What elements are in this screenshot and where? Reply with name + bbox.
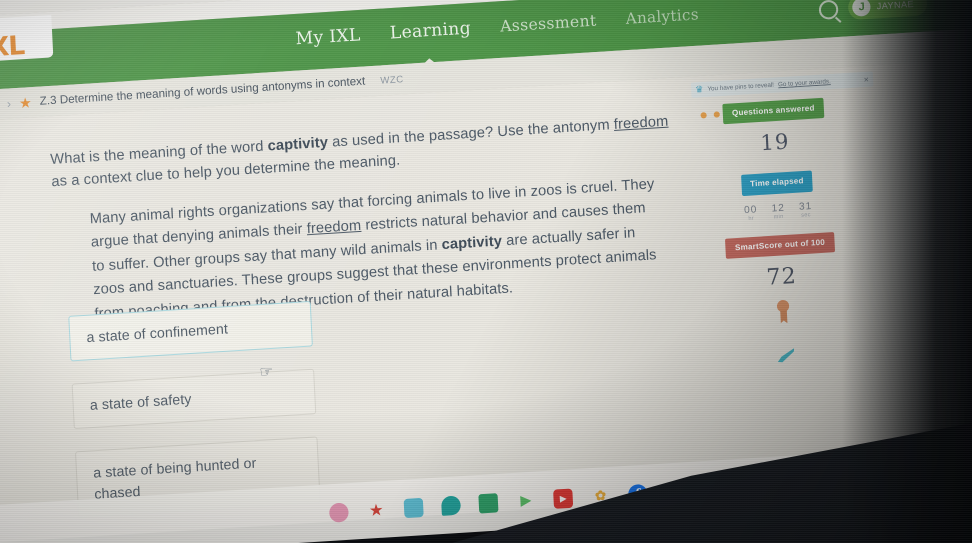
progress-dot — [713, 111, 720, 118]
time-seconds-number: 31 — [798, 200, 813, 213]
time-hours: 00 hr — [744, 204, 758, 222]
time-hours-number: 00 — [743, 204, 758, 216]
docs-icon[interactable] — [403, 497, 424, 518]
chat-icon[interactable] — [440, 494, 462, 516]
favorite-star-icon[interactable]: ★ — [19, 94, 33, 112]
reading-passage: Many animal rights organizations say tha… — [89, 173, 661, 327]
gmail-icon[interactable]: ★ — [366, 500, 386, 520]
questions-answered-value: 19 — [759, 129, 791, 156]
nav-item-my-ixl[interactable]: My IXL — [295, 25, 361, 49]
smartscore-badge[interactable]: SmartScore out of 100 — [725, 231, 835, 260]
progress-dot — [700, 112, 707, 119]
screen-perspective-wrapper: ...ntext – □ × ❮ ☆ ♦ □ ⋮ All Bookmarks — [0, 0, 972, 543]
ixl-logo[interactable]: IXL — [0, 14, 54, 64]
facebook-icon[interactable]: f — [627, 483, 648, 504]
messenger-icon[interactable]: ● — [665, 481, 686, 502]
laptop-screen: ...ntext – □ × ❮ ☆ ♦ □ ⋮ All Bookmarks — [0, 0, 972, 543]
nav-item-learning[interactable]: Learning — [389, 18, 471, 43]
time-hours-unit: hr — [748, 215, 755, 222]
username-label: JAYNAE — [876, 0, 915, 12]
passage-bold-word: captivity — [441, 233, 503, 254]
answer-choice-2[interactable]: a state of safety — [71, 368, 317, 430]
hand-pointer-cursor: ☞ — [259, 363, 274, 382]
circle-app-icon[interactable] — [328, 501, 349, 523]
main-nav: My IXL Learning Assessment Analytics — [295, 4, 699, 49]
ribbon-tail — [780, 310, 788, 324]
prompt-underlined-word: freedom — [613, 113, 669, 134]
passage-underlined-word: freedom — [306, 218, 362, 238]
smartscore-value: 72 — [765, 263, 798, 292]
youtube-icon[interactable]: ▶ — [553, 487, 574, 509]
photos-icon[interactable]: ✿ — [590, 486, 610, 506]
notification-link[interactable]: Go to your awards. — [778, 78, 831, 88]
wifi-icon — [927, 469, 939, 482]
time-elapsed-badge: Time elapsed — [740, 170, 814, 196]
nav-item-analytics[interactable]: Analytics — [625, 5, 699, 28]
shelf-app-list: ★ ▶ ▶ ✿ f ● — [328, 481, 686, 523]
notification-banner: ♛ You have pins to reveal! Go to your aw… — [690, 71, 874, 98]
question-container: What is the meaning of the word captivit… — [50, 110, 685, 329]
breadcrumb-separator: › — [6, 96, 12, 111]
award-ribbon-icon — [776, 299, 790, 324]
battery-icon — [906, 470, 919, 483]
search-icon[interactable] — [818, 0, 839, 20]
prompt-text-2: as used in the passage? Use the antonym — [327, 116, 615, 151]
nav-item-assessment[interactable]: Assessment — [500, 11, 597, 35]
notification-text: You have pins to reveal! — [707, 81, 775, 93]
close-icon[interactable]: ✕ — [863, 75, 869, 83]
clock: 9:42 — [947, 468, 964, 479]
time-seconds-unit: sec — [801, 211, 811, 219]
time-minutes: 12 min — [771, 202, 785, 220]
trophy-icon: ♛ — [695, 83, 704, 95]
user-menu-button[interactable]: J JAYNAE — [847, 0, 928, 21]
time-minutes-number: 12 — [771, 202, 786, 215]
system-tray[interactable]: 9:42 — [906, 468, 964, 483]
skill-code: WZC — [380, 73, 404, 87]
ixl-logo-text: IXL — [0, 30, 25, 64]
header-right-cluster: J JAYNAE — [818, 0, 928, 22]
questions-answered-badge: Questions answered — [722, 97, 825, 125]
time-elapsed-value: 00 hr 12 min 31 sec — [697, 198, 859, 225]
play-store-icon[interactable]: ▶ — [516, 490, 536, 510]
avatar: J — [852, 0, 872, 17]
meet-icon[interactable] — [478, 492, 499, 514]
time-minutes-unit: min — [773, 213, 784, 221]
stats-rail: Questions answered 19 Time elapsed 00 hr… — [692, 95, 867, 368]
time-seconds: 31 sec — [799, 201, 813, 219]
pencil-icon[interactable] — [777, 347, 793, 363]
progress-dots — [700, 111, 720, 119]
photo-of-laptop-screen: ...ntext – □ × ❮ ☆ ♦ □ ⋮ All Bookmarks — [0, 0, 972, 543]
prompt-bold-word: captivity — [267, 134, 329, 155]
